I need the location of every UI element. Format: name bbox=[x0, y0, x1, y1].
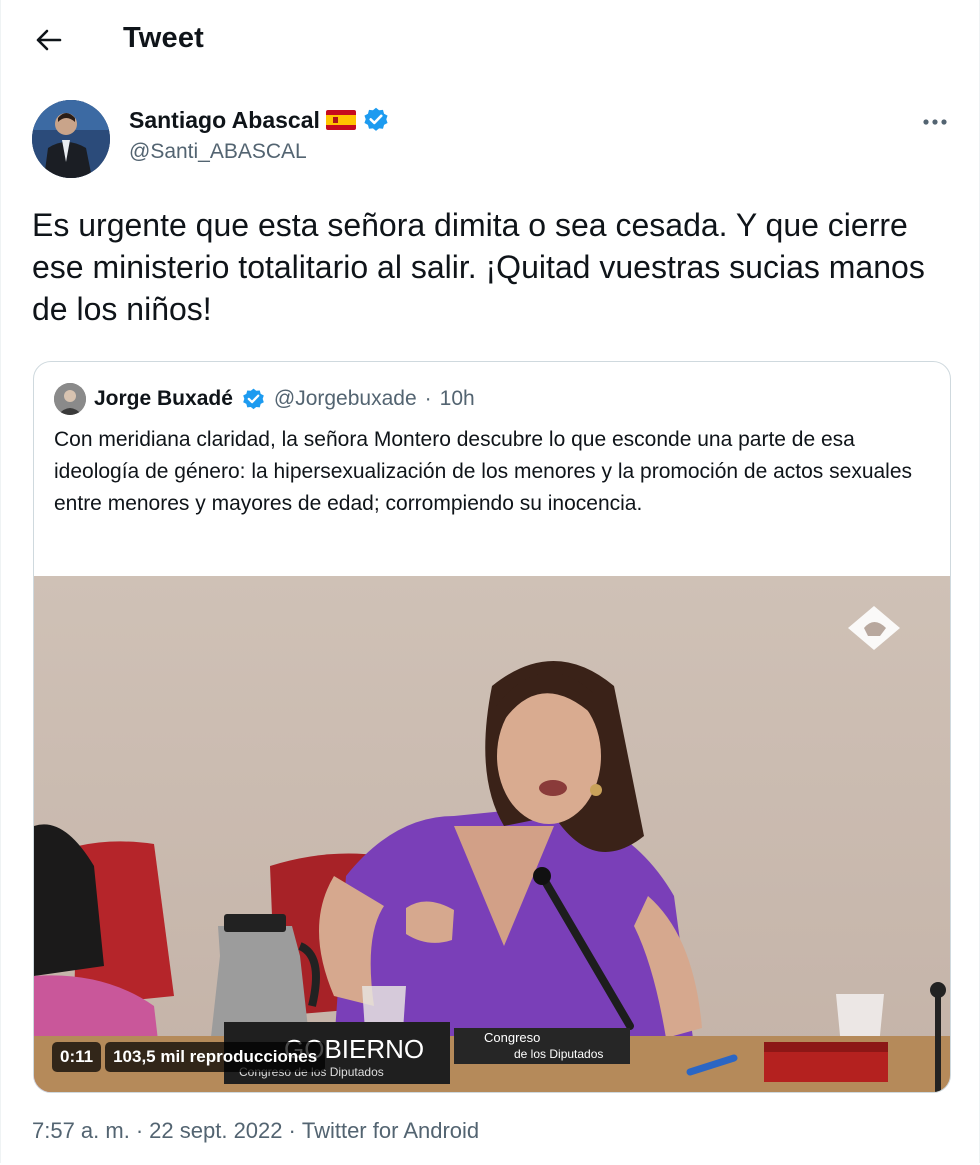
tweet-page: Tweet Santiago Abascal @Santi_ABASCAL Es… bbox=[0, 0, 980, 1163]
tweet-text: Es urgente que esta señora dimita o sea … bbox=[32, 207, 925, 327]
quoted-age: 10h bbox=[439, 387, 475, 410]
video-frame: GOBIERNO Congreso de los Diputados Congr… bbox=[34, 576, 950, 1092]
sign-line2: de los Diputados bbox=[514, 1047, 603, 1061]
author-name[interactable]: Santiago Abascal bbox=[129, 107, 320, 134]
video-player[interactable]: GOBIERNO Congreso de los Diputados Congr… bbox=[34, 576, 950, 1092]
video-info: 0:11 103,5 mil reproducciones bbox=[52, 1042, 326, 1072]
sign-line1: Congreso bbox=[484, 1030, 540, 1045]
tweet-date[interactable]: 22 sept. 2022 bbox=[149, 1118, 282, 1144]
separator-dot: · bbox=[135, 1118, 144, 1143]
author-info: Santiago Abascal @Santi_ABASCAL bbox=[129, 104, 390, 164]
page-title: Tweet bbox=[123, 22, 205, 54]
spain-flag-icon bbox=[325, 110, 356, 130]
separator-dot: · bbox=[424, 387, 432, 410]
verified-badge-icon bbox=[243, 388, 264, 409]
author-handle[interactable]: @Santi_ABASCAL bbox=[129, 140, 390, 164]
video-duration-badge: 0:11 bbox=[52, 1042, 102, 1072]
more-horizontal-icon bbox=[923, 119, 947, 125]
quoted-text: Con meridiana claridad, la señora Monter… bbox=[54, 428, 913, 515]
tweet-metadata: 7:57 a. m. · 22 sept. 2022 · Twitter for… bbox=[32, 1118, 479, 1144]
tweet-time[interactable]: 7:57 a. m. bbox=[32, 1118, 130, 1144]
quoted-author-avatar[interactable] bbox=[54, 383, 86, 415]
author-avatar[interactable] bbox=[32, 100, 110, 178]
separator-dot: · bbox=[288, 1118, 296, 1143]
quoted-header: Jorge Buxadé @Jorgebuxade · 10h bbox=[54, 382, 475, 416]
more-options-button[interactable] bbox=[917, 108, 953, 136]
arrow-left-icon bbox=[36, 29, 62, 51]
quoted-tweet[interactable]: Jorge Buxadé @Jorgebuxade · 10h Con meri… bbox=[33, 361, 951, 1093]
back-button[interactable] bbox=[29, 22, 69, 58]
quoted-author-name: Jorge Buxadé bbox=[94, 387, 233, 410]
quoted-author-handle: @Jorgebuxade bbox=[273, 387, 417, 410]
page-header: Tweet bbox=[1, 0, 980, 80]
verified-badge-icon bbox=[364, 107, 388, 131]
video-views-badge: 103,5 mil reproducciones bbox=[105, 1042, 326, 1072]
tweet-source-link[interactable]: Twitter for Android bbox=[302, 1118, 479, 1144]
